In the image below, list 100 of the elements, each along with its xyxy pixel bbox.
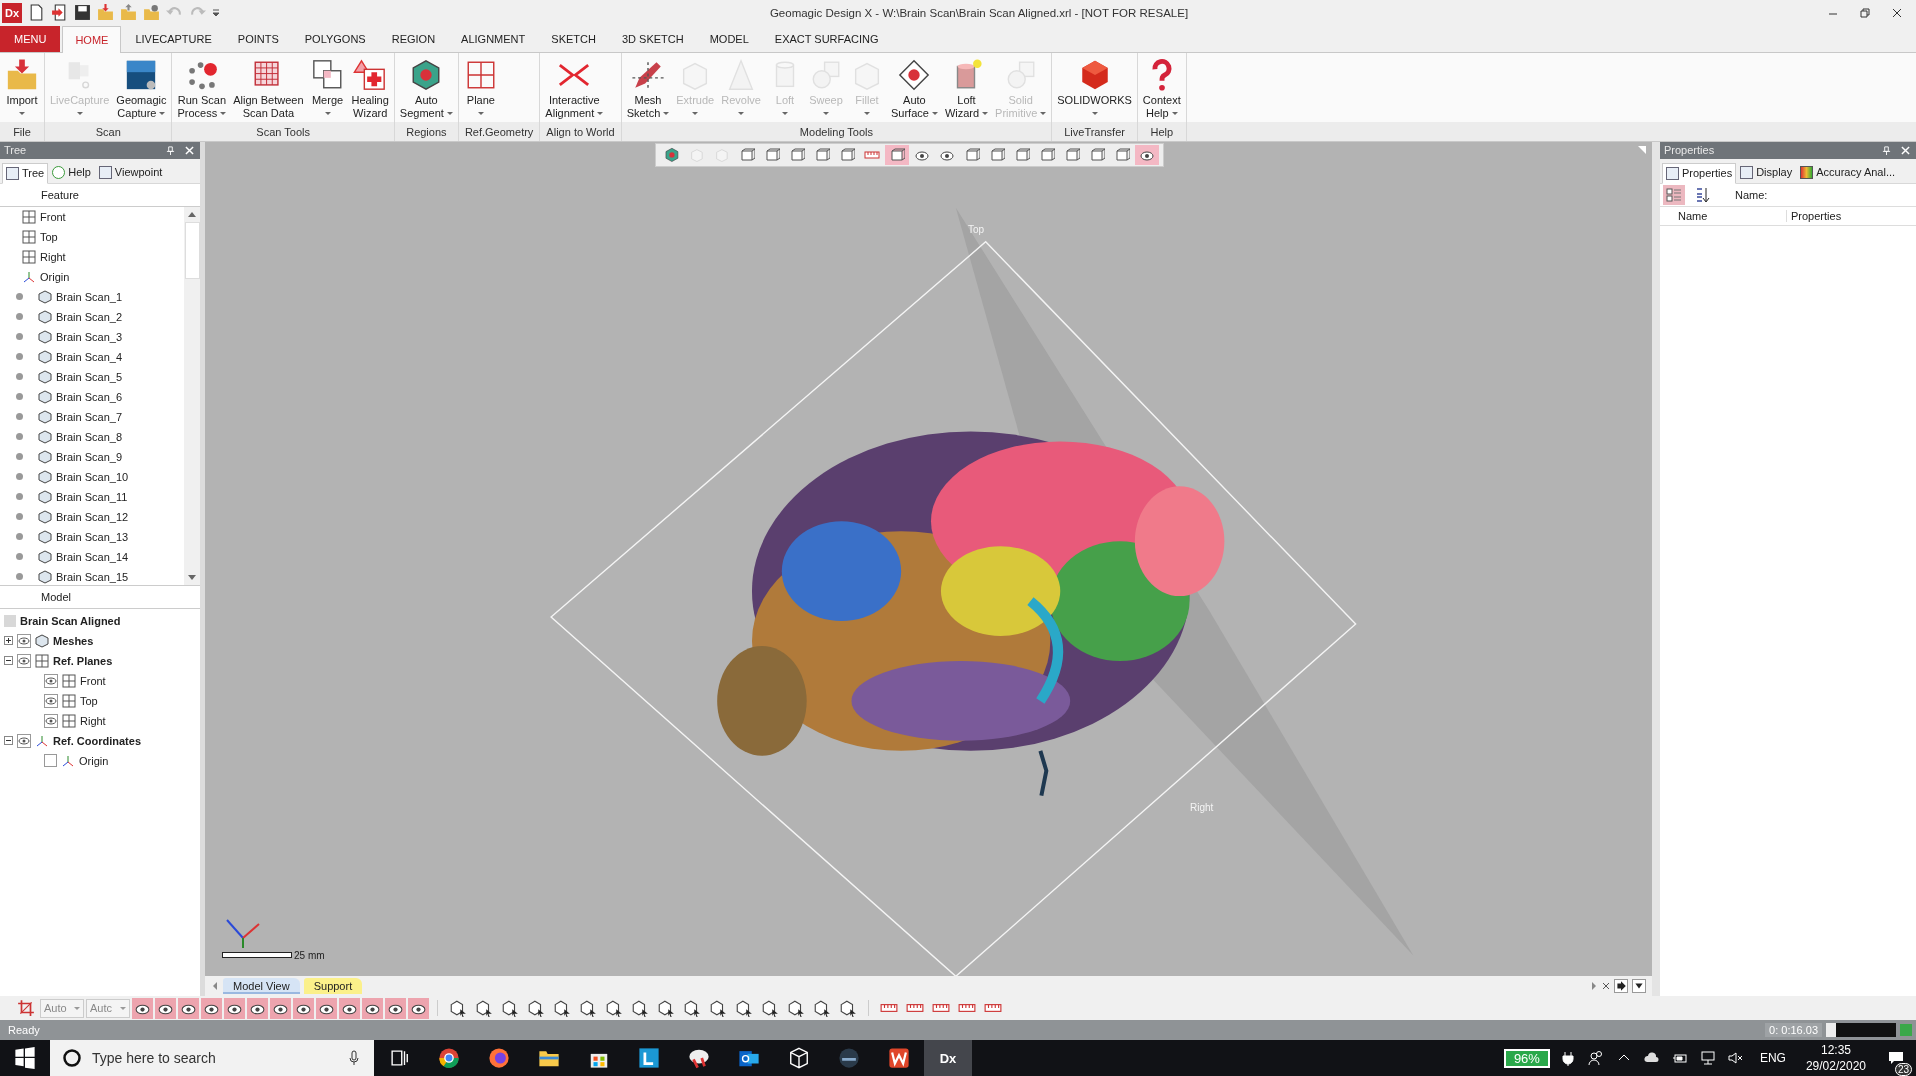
ribbon-button[interactable]: Run Scan Process <box>174 55 230 122</box>
ribbon-button[interactable]: Merge <box>307 55 348 117</box>
eye-icon[interactable] <box>362 997 383 1019</box>
tree-item[interactable]: Right <box>40 250 66 263</box>
view-tab[interactable]: Model View <box>223 978 300 995</box>
ribbon-tab[interactable]: POINTS <box>225 25 291 52</box>
tree-item[interactable]: Brain Scan_11 <box>56 490 128 503</box>
crop-icon[interactable] <box>17 999 35 1018</box>
eye-icon[interactable] <box>178 997 199 1019</box>
cube-cursor-icon[interactable] <box>683 999 701 1018</box>
expander-icon[interactable] <box>4 736 13 746</box>
eye-icon[interactable] <box>44 693 58 708</box>
caret-icon[interactable] <box>1632 979 1646 994</box>
eye-icon[interactable] <box>293 997 314 1019</box>
ribbon-button[interactable]: SOLIDWORKS <box>1054 55 1135 117</box>
app-icon[interactable] <box>688 1047 710 1069</box>
eye-icon[interactable] <box>408 997 429 1019</box>
panel-tab[interactable]: Display <box>1736 161 1797 183</box>
microphone-icon[interactable] <box>346 1050 362 1066</box>
mute-icon[interactable] <box>1727 1050 1744 1066</box>
ribbon-button[interactable]: Geomagic Capture <box>113 55 170 122</box>
ribbon-tab[interactable]: 3D SKETCH <box>609 25 696 52</box>
cube-cursor-icon[interactable] <box>813 999 831 1018</box>
tree-item[interactable]: Front <box>40 210 66 223</box>
tree-item[interactable]: Brain Scan_13 <box>56 530 129 543</box>
eye-icon[interactable] <box>1135 144 1159 165</box>
scroll-left-icon[interactable] <box>211 982 219 991</box>
panel-tab[interactable]: Help <box>48 161 95 183</box>
tree-item[interactable]: Right <box>80 714 106 727</box>
ribbon-button[interactable]: Plane <box>460 55 501 117</box>
language-indicator[interactable]: ENG <box>1759 1051 1786 1065</box>
scroll-right-icon[interactable] <box>1590 982 1598 991</box>
tree-item[interactable]: Brain Scan Aligned <box>20 614 121 627</box>
people-icon[interactable] <box>1587 1050 1604 1066</box>
ribbon-tab[interactable]: MODEL <box>697 25 761 52</box>
scroll-down-icon[interactable] <box>188 574 196 580</box>
tree-item[interactable]: Front <box>80 674 106 687</box>
cube-cursor-icon[interactable] <box>605 999 623 1018</box>
tree-item[interactable]: Brain Scan_4 <box>56 350 123 363</box>
cube-cursor-icon[interactable] <box>761 999 779 1018</box>
ribbon-tab[interactable]: ALIGNMENT <box>449 25 538 52</box>
ribbon-button[interactable]: Context Help <box>1139 55 1184 122</box>
browser-icon[interactable] <box>438 1047 460 1069</box>
checkbox[interactable] <box>44 754 57 768</box>
tree-item[interactable]: Brain Scan_10 <box>56 470 129 483</box>
tree-item[interactable]: Brain Scan_14 <box>56 550 129 563</box>
tree-item[interactable]: Top <box>40 230 58 243</box>
tree-item[interactable]: Top <box>80 694 98 707</box>
tree-item[interactable]: Origin <box>79 754 109 767</box>
tree-item[interactable]: Brain Scan_1 <box>56 290 123 303</box>
search-field[interactable]: Type here to search <box>50 1040 374 1076</box>
app-icon[interactable] <box>838 1047 860 1069</box>
ribbon-button[interactable]: Loft Wizard <box>941 55 992 122</box>
panel-tab[interactable]: Accuracy Anal... <box>1796 161 1900 183</box>
windows-icon[interactable] <box>14 1047 36 1069</box>
tree-item[interactable]: Meshes <box>53 634 94 647</box>
cube-cursor-icon[interactable] <box>735 999 753 1018</box>
category-view-icon[interactable] <box>1663 184 1685 205</box>
cube-cursor-icon[interactable] <box>631 999 649 1018</box>
ribbon-tab[interactable]: LIVECAPTURE <box>123 25 224 52</box>
eye-icon[interactable] <box>44 673 58 688</box>
close-icon[interactable] <box>1602 982 1610 991</box>
pin-icon[interactable] <box>166 145 175 155</box>
app-icon[interactable] <box>638 1047 660 1069</box>
tree-item[interactable]: Brain Scan_9 <box>56 450 123 463</box>
ribbon-tab[interactable]: EXACT SURFACING <box>762 25 891 52</box>
tree-item[interactable]: Brain Scan_6 <box>56 390 123 403</box>
tree-item[interactable]: Origin <box>40 270 70 283</box>
restore-icon[interactable] <box>1860 7 1870 18</box>
eye-icon[interactable] <box>247 997 268 1019</box>
ribbon-button[interactable]: Import <box>2 55 42 117</box>
ribbon-tab[interactable]: REGION <box>379 25 448 52</box>
ribbon-button[interactable]: Auto Surface <box>887 55 941 122</box>
tree-item[interactable]: Brain Scan_5 <box>56 370 123 383</box>
cube-cursor-icon[interactable] <box>449 999 467 1018</box>
eye-icon[interactable] <box>17 733 31 748</box>
eye-icon[interactable] <box>224 997 245 1019</box>
ribbon-button[interactable]: Interactive Alignment <box>542 55 607 122</box>
cube-cursor-icon[interactable] <box>657 999 675 1018</box>
cube-cursor-icon[interactable] <box>839 999 857 1018</box>
cube-cursor-icon[interactable] <box>579 999 597 1018</box>
clock-date[interactable]: 29/02/2020 <box>1805 1058 1866 1074</box>
eye-icon[interactable] <box>132 997 153 1019</box>
clock-time[interactable]: 12:35 <box>1820 1042 1851 1058</box>
ribbon-button[interactable]: Auto Segment <box>396 55 456 122</box>
close-icon[interactable] <box>1892 7 1902 18</box>
ribbon-tab[interactable]: SKETCH <box>539 25 608 52</box>
browser-icon[interactable] <box>488 1047 510 1069</box>
network-icon[interactable] <box>1699 1050 1716 1066</box>
eye-icon[interactable] <box>339 997 360 1019</box>
tree-item[interactable]: Brain Scan_12 <box>56 510 129 523</box>
cube-cursor-icon[interactable] <box>709 999 727 1018</box>
panel-tab[interactable]: Viewpoint <box>94 161 167 183</box>
eye-icon[interactable] <box>385 997 406 1019</box>
import-icon[interactable] <box>51 4 68 22</box>
ribbon-button[interactable]: Mesh Sketch <box>623 55 673 122</box>
panel-tab[interactable]: Tree <box>2 162 49 184</box>
tree-item[interactable]: Brain Scan_7 <box>56 410 123 423</box>
eye-icon[interactable] <box>44 713 58 728</box>
tree-item[interactable]: Ref. Coordinates <box>53 734 141 747</box>
